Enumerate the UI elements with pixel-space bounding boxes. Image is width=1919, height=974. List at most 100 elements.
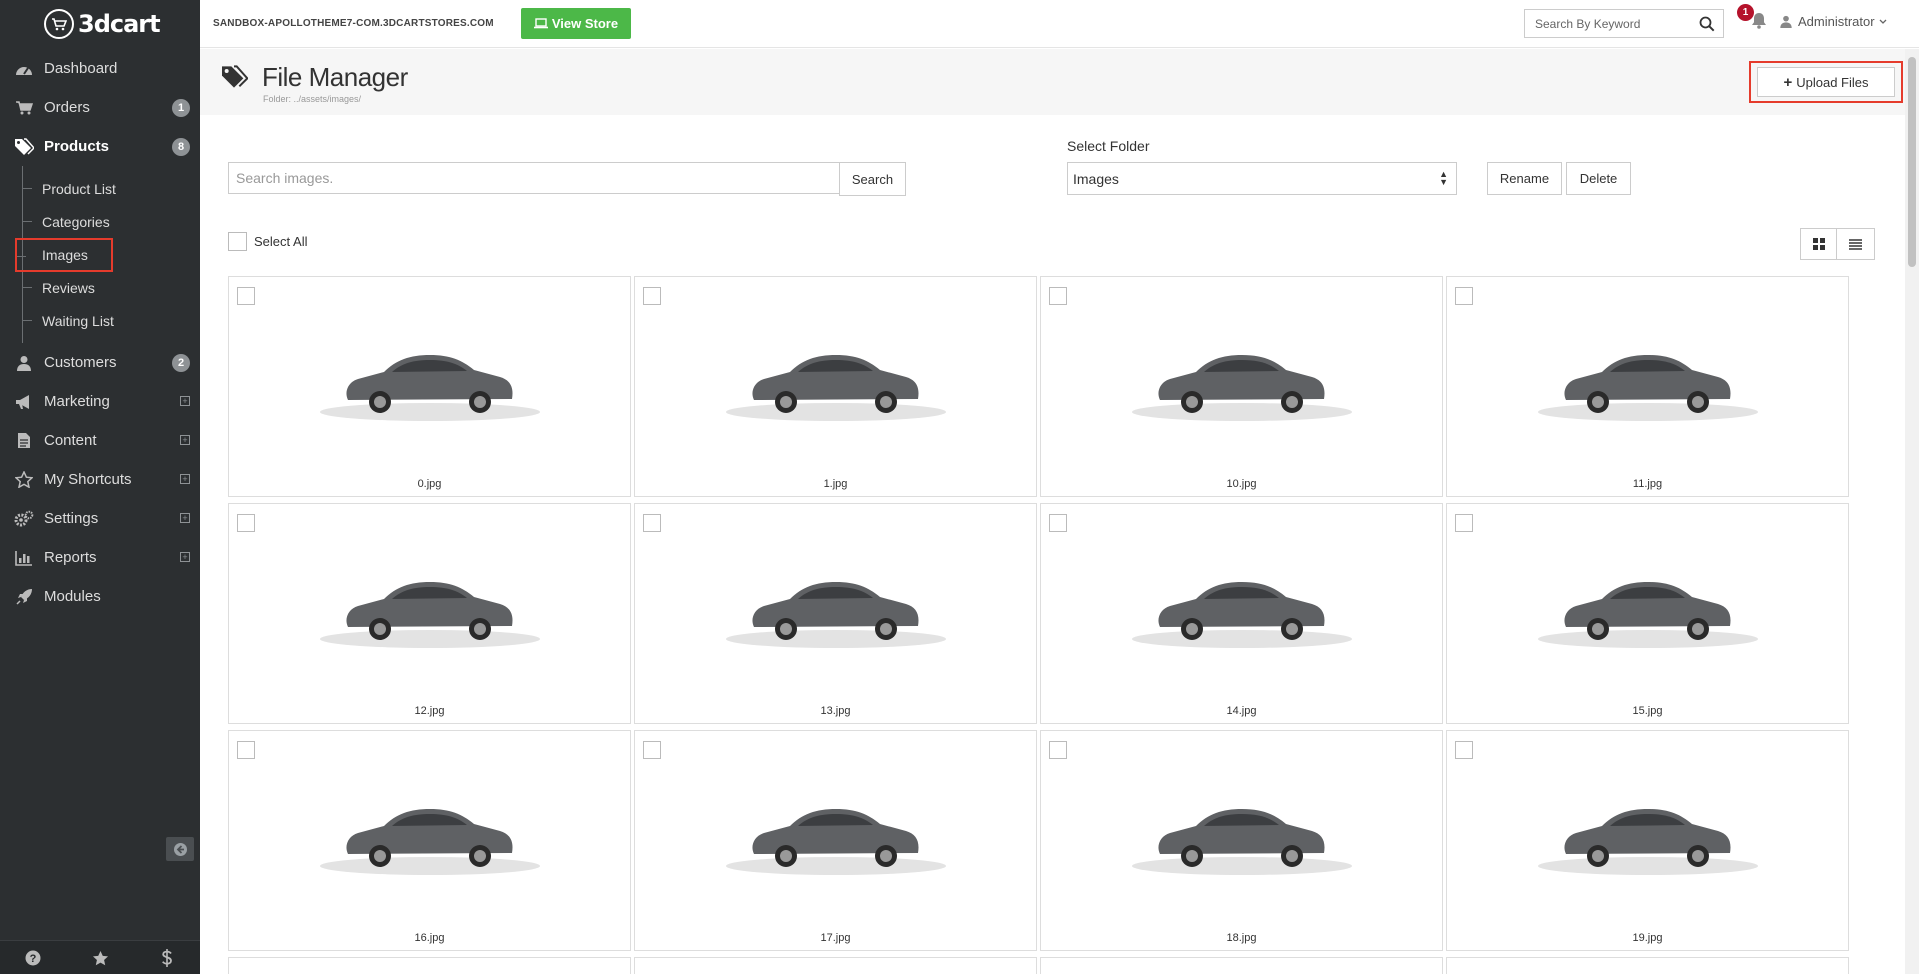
file-checkbox[interactable] (1455, 287, 1473, 305)
sidebar-item-products[interactable]: Products 8 (0, 127, 200, 166)
sidebar-item-orders[interactable]: Orders 1 (0, 88, 200, 127)
user-icon (14, 353, 34, 373)
submenu-item-label: Reviews (42, 279, 95, 296)
sidebar-item-label: Modules (44, 588, 101, 605)
laptop-icon (533, 18, 548, 29)
sidebar-item-reports[interactable]: Reports + (0, 538, 200, 577)
upload-files-button[interactable]: + Upload Files (1757, 67, 1895, 97)
file-tile[interactable] (1446, 957, 1849, 974)
sidebar-item-content[interactable]: Content + (0, 421, 200, 460)
submenu-item-images[interactable]: Images (15, 238, 113, 272)
expand-icon[interactable]: + (180, 474, 190, 484)
file-checkbox[interactable] (1455, 514, 1473, 532)
select-all-checkbox[interactable] (228, 232, 247, 251)
notifications-button[interactable]: 1 (1737, 4, 1767, 34)
folder-select[interactable]: Images ▲ ▼ (1067, 162, 1457, 195)
file-checkbox[interactable] (643, 741, 661, 759)
submenu-item-label: Images (42, 247, 88, 263)
products-count-badge: 8 (172, 138, 190, 156)
expand-icon[interactable]: + (180, 396, 190, 406)
file-grid: 0.jpg 1.jpg 10.jpg 11.jpg 12.jpg 13.jpg 14.jpg… (228, 276, 1849, 951)
user-menu[interactable]: Administrator (1780, 14, 1887, 29)
image-search-input[interactable]: Search images. (228, 162, 840, 194)
file-tile[interactable]: 15.jpg (1446, 503, 1849, 724)
rename-button[interactable]: Rename (1487, 162, 1562, 195)
view-store-button[interactable]: View Store (520, 8, 632, 39)
page-title: File Manager (262, 62, 408, 92)
sidebar-item-dashboard[interactable]: Dashboard (0, 49, 200, 88)
file-tile[interactable] (634, 957, 1037, 974)
file-checkbox[interactable] (237, 514, 255, 532)
file-tile[interactable] (228, 957, 631, 974)
file-tile[interactable]: 17.jpg (634, 730, 1037, 951)
delete-button[interactable]: Delete (1566, 162, 1631, 195)
expand-icon[interactable]: + (180, 435, 190, 445)
expand-icon[interactable]: + (180, 552, 190, 562)
file-tile[interactable]: 0.jpg (228, 276, 631, 497)
file-checkbox[interactable] (1455, 741, 1473, 759)
car-image (725, 582, 946, 648)
upload-highlight: + Upload Files (1749, 61, 1903, 103)
file-tile[interactable]: 18.jpg (1040, 730, 1443, 951)
sidebar-item-label: Products (44, 138, 110, 155)
car-image (1131, 355, 1352, 421)
billing-button[interactable] (133, 941, 200, 974)
file-tile[interactable]: 1.jpg (634, 276, 1037, 497)
brand-logo[interactable]: 3dcart (0, 0, 200, 48)
file-tile[interactable]: 14.jpg (1040, 503, 1443, 724)
keyword-search-placeholder: Search By Keyword (1535, 16, 1641, 31)
favorites-button[interactable] (67, 941, 134, 974)
file-checkbox[interactable] (643, 514, 661, 532)
file-tile[interactable]: 12.jpg (228, 503, 631, 724)
upload-files-label: Upload Files (1796, 74, 1869, 90)
file-checkbox[interactable] (1049, 514, 1067, 532)
grid-view-button[interactable] (1800, 228, 1837, 260)
sidebar-item-settings[interactable]: Settings + (0, 499, 200, 538)
list-view-button[interactable] (1837, 228, 1875, 260)
select-all-label: Select All (254, 234, 308, 249)
file-tile[interactable]: 10.jpg (1040, 276, 1443, 497)
car-image (1131, 582, 1352, 648)
file-tile[interactable]: 19.jpg (1446, 730, 1849, 951)
file-checkbox[interactable] (1049, 287, 1067, 305)
submenu-item-product-list[interactable]: Product List (23, 172, 200, 205)
user-icon (1780, 15, 1792, 28)
file-checkbox[interactable] (237, 287, 255, 305)
submenu-item-reviews[interactable]: Reviews (23, 271, 200, 304)
dollar-icon (161, 948, 172, 967)
collapse-sidebar-button[interactable] (166, 837, 194, 861)
keyword-search-input[interactable]: Search By Keyword (1524, 9, 1724, 38)
bar-chart-icon (14, 548, 34, 568)
plus-icon: + (1783, 73, 1793, 91)
sidebar-item-modules[interactable]: Modules (0, 577, 200, 616)
sidebar-item-customers[interactable]: Customers 2 (0, 343, 200, 382)
file-tile[interactable] (1040, 957, 1443, 974)
submenu-item-waiting-list[interactable]: Waiting List (23, 304, 200, 337)
submenu-item-categories[interactable]: Categories (23, 205, 200, 238)
file-checkbox[interactable] (643, 287, 661, 305)
search-button[interactable]: Search (839, 162, 906, 196)
file-icon (14, 431, 34, 451)
file-tile[interactable]: 11.jpg (1446, 276, 1849, 497)
file-checkbox[interactable] (1049, 741, 1067, 759)
file-checkbox[interactable] (237, 741, 255, 759)
car-image (1537, 355, 1758, 421)
file-tile[interactable]: 16.jpg (228, 730, 631, 951)
file-tile[interactable]: 13.jpg (634, 503, 1037, 724)
file-name: 10.jpg (1226, 478, 1257, 490)
car-image (319, 582, 540, 648)
file-name: 18.jpg (1226, 932, 1257, 944)
expand-icon[interactable]: + (180, 513, 190, 523)
vertical-scrollbar[interactable] (1905, 49, 1919, 974)
cart-icon (14, 98, 34, 118)
notification-count-badge: 1 (1737, 4, 1754, 21)
scrollbar-thumb[interactable] (1908, 57, 1916, 267)
sidebar-item-my-shortcuts[interactable]: My Shortcuts + (0, 460, 200, 499)
sidebar-item-label: Marketing (44, 393, 110, 410)
sidebar-item-marketing[interactable]: Marketing + (0, 382, 200, 421)
car-image (319, 809, 540, 875)
help-button[interactable]: ? (0, 941, 67, 974)
file-name: 12.jpg (414, 705, 445, 717)
sidebar: 3dcart Dashboard Orders 1 Products 8 Pro… (0, 0, 200, 974)
select-all[interactable]: Select All (228, 232, 307, 251)
